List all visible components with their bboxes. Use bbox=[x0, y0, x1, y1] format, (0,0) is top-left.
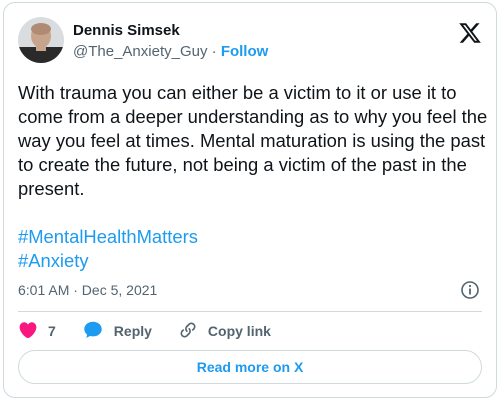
tweet-actions: 7 Reply Copy link bbox=[18, 319, 297, 343]
tweet-header: Dennis Simsek @The_Anxiety_Guy · Follow bbox=[18, 17, 482, 69]
follow-button[interactable]: Follow bbox=[221, 43, 269, 60]
read-more-label: Read more on X bbox=[196, 359, 304, 375]
heart-icon bbox=[18, 320, 48, 343]
x-logo-icon[interactable] bbox=[458, 21, 482, 45]
author-handle[interactable]: @The_Anxiety_Guy bbox=[73, 43, 207, 60]
author-handle-row: @The_Anxiety_Guy · Follow bbox=[73, 42, 268, 62]
avatar[interactable] bbox=[18, 17, 64, 63]
like-button[interactable]: 7 bbox=[18, 320, 56, 343]
tweet-card: Dennis Simsek @The_Anxiety_Guy · Follow … bbox=[3, 2, 497, 398]
copy-link-label: Copy link bbox=[207, 323, 271, 339]
divider bbox=[18, 311, 482, 312]
reply-button[interactable]: Reply bbox=[82, 319, 152, 344]
tweet-text: With trauma you can either be a victim t… bbox=[18, 82, 488, 199]
hashtag-link[interactable]: #Anxiety bbox=[18, 249, 198, 273]
copy-link-button[interactable]: Copy link bbox=[178, 320, 271, 343]
reply-label: Reply bbox=[113, 323, 152, 339]
hashtag-link[interactable]: #MentalHealthMatters bbox=[18, 225, 198, 249]
like-count: 7 bbox=[48, 323, 56, 339]
tweet-timestamp[interactable]: 6:01 AM · Dec 5, 2021 bbox=[18, 281, 157, 299]
author-info: Dennis Simsek @The_Anxiety_Guy · Follow bbox=[73, 22, 268, 62]
author-display-name[interactable]: Dennis Simsek bbox=[73, 22, 268, 40]
hashtags: #MentalHealthMatters #Anxiety bbox=[18, 225, 198, 273]
info-icon[interactable] bbox=[460, 280, 480, 300]
tweet-body: With trauma you can either be a victim t… bbox=[18, 81, 488, 201]
link-icon bbox=[178, 320, 208, 343]
speech-bubble-icon bbox=[82, 319, 114, 344]
read-more-button[interactable]: Read more on X bbox=[18, 350, 482, 384]
separator-dot: · bbox=[211, 43, 217, 60]
